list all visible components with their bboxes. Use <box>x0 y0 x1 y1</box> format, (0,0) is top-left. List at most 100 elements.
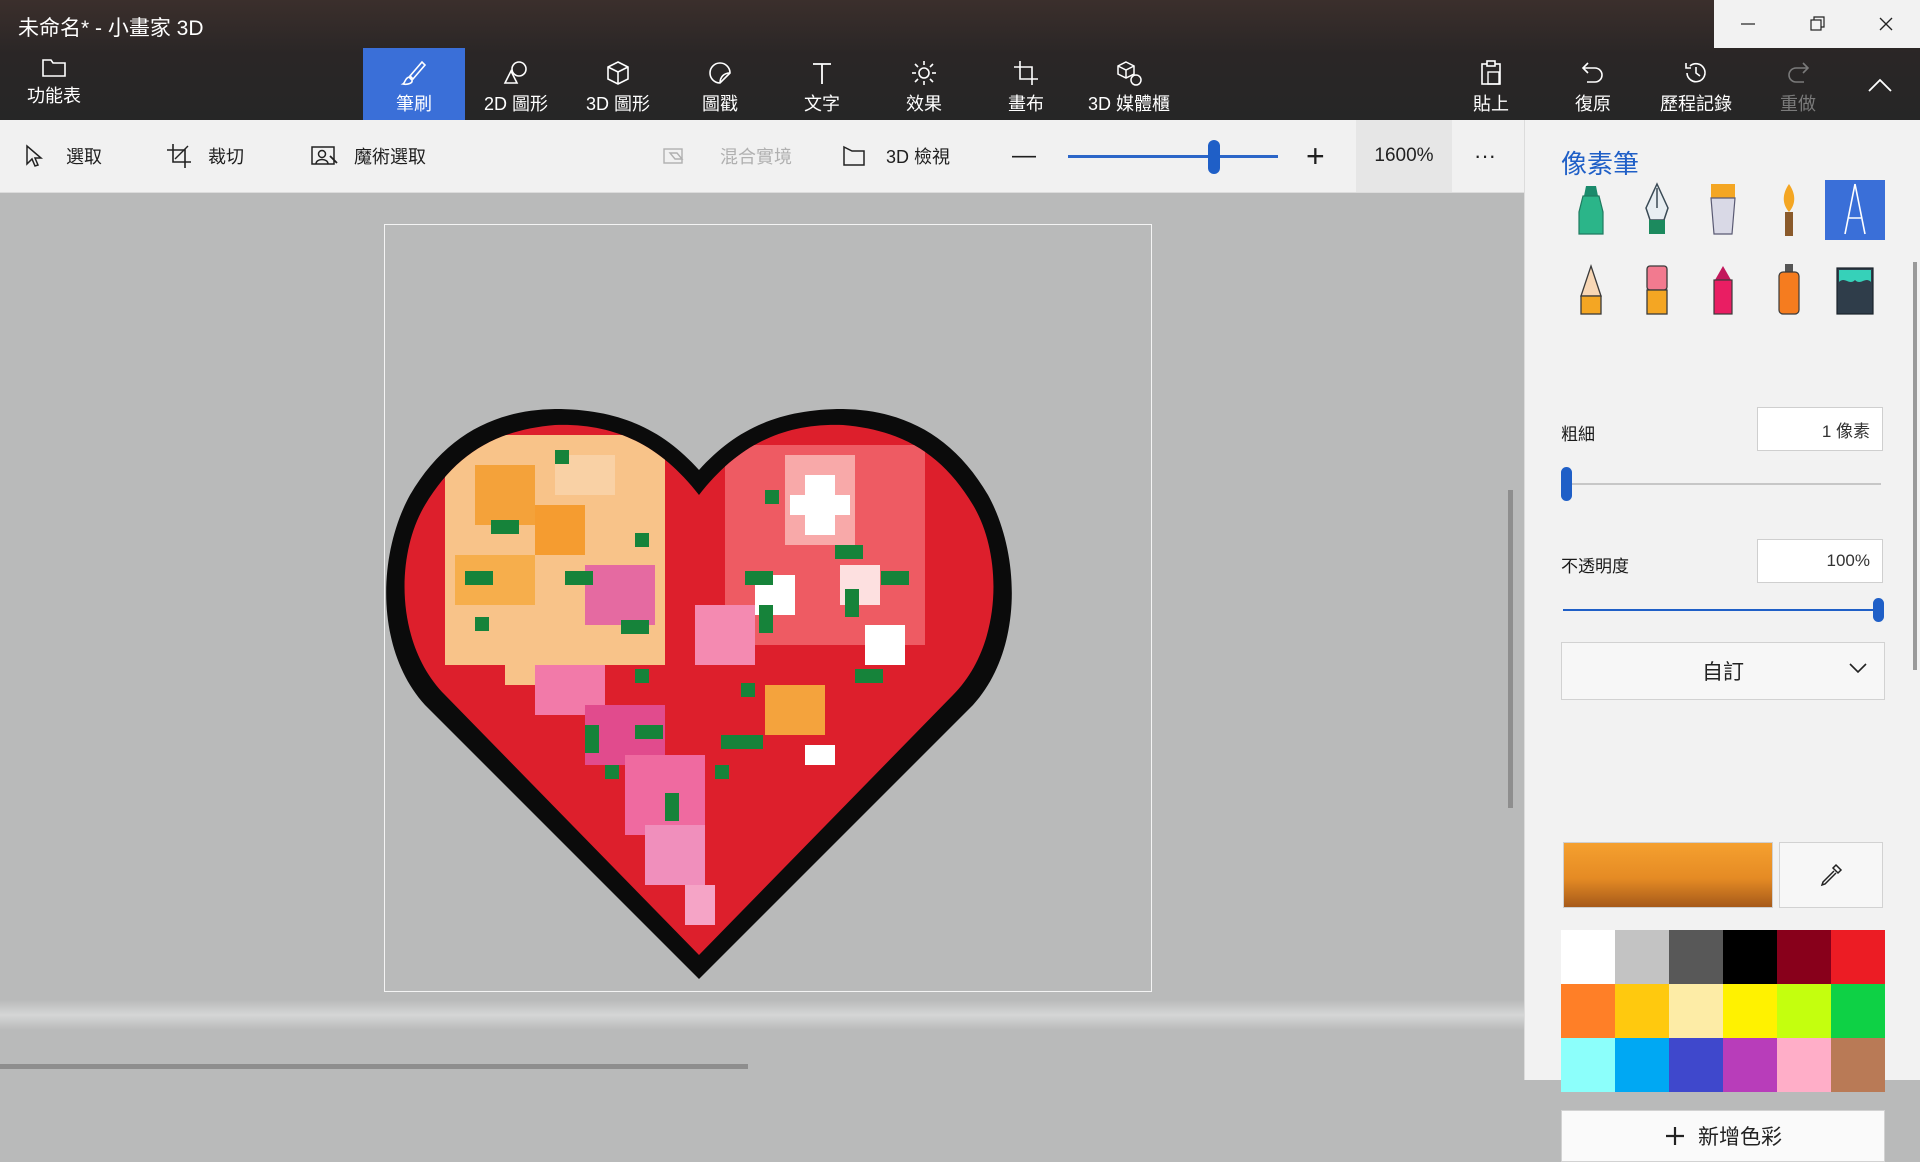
opacity-slider-track[interactable] <box>1563 609 1881 611</box>
more-options-button[interactable]: ··· <box>1474 120 1496 192</box>
panel-scrollbar[interactable] <box>1913 262 1917 670</box>
more-icon: ··· <box>1474 143 1496 168</box>
vertical-scrollbar[interactable] <box>1508 490 1513 808</box>
color-swatch[interactable] <box>1615 984 1669 1038</box>
color-swatch[interactable] <box>1777 1038 1831 1092</box>
color-swatch[interactable] <box>1831 1038 1885 1092</box>
horizontal-scrollbar[interactable] <box>0 1064 748 1069</box>
color-swatch[interactable] <box>1669 1038 1723 1092</box>
watercolor-brush-button[interactable] <box>1759 180 1819 240</box>
oil-brush-button[interactable] <box>1693 180 1753 240</box>
3d-view-button[interactable]: 3D 檢視 <box>842 120 950 192</box>
pixel-pen-button[interactable] <box>1825 180 1885 240</box>
thickness-slider-track[interactable] <box>1563 483 1881 485</box>
crayon-button[interactable] <box>1693 260 1753 320</box>
history-button[interactable]: 歷程記錄 <box>1645 48 1747 120</box>
select-label: 選取 <box>66 147 102 167</box>
restore-button[interactable] <box>1783 0 1852 48</box>
pixel-pen-icon <box>1844 183 1866 235</box>
color-swatch[interactable] <box>1615 930 1669 984</box>
crop-label: 裁切 <box>208 147 244 167</box>
pencil-icon <box>1580 263 1602 315</box>
tab-label: 筆刷 <box>396 94 432 114</box>
pencil-brush-button[interactable] <box>1561 260 1621 320</box>
texture-dropdown[interactable]: 自訂 <box>1561 642 1885 700</box>
redo-icon <box>1788 62 1810 83</box>
2d-shapes-icon <box>503 61 527 84</box>
zoom-slider-thumb[interactable] <box>1208 140 1220 174</box>
tab-3d-shapes[interactable]: 3D 圖形 <box>567 48 669 120</box>
minimize-button[interactable] <box>1714 0 1783 48</box>
paste-button[interactable]: 貼上 <box>1440 48 1542 120</box>
color-swatch[interactable] <box>1669 984 1723 1038</box>
close-icon <box>1879 17 1893 31</box>
zoom-in-button[interactable]: + <box>1306 120 1325 192</box>
mixed-reality-label: 混合實境 <box>720 147 792 167</box>
paste-icon <box>1481 60 1501 85</box>
color-swatch[interactable] <box>1561 930 1615 984</box>
tab-text[interactable]: 文字 <box>771 48 873 120</box>
watercolor-icon <box>1783 184 1795 236</box>
add-color-button[interactable]: 新增色彩 <box>1561 1110 1885 1162</box>
crop-button[interactable]: 裁切 <box>166 120 244 192</box>
history-icon <box>1685 62 1706 83</box>
close-button[interactable] <box>1851 0 1920 48</box>
color-swatch[interactable] <box>1723 1038 1777 1092</box>
cursor-icon <box>26 144 44 167</box>
color-swatch[interactable] <box>1723 930 1777 984</box>
sticker-icon <box>709 62 731 84</box>
3d-shapes-icon <box>607 61 629 85</box>
fill-button[interactable] <box>1825 260 1885 320</box>
mixed-reality-button[interactable]: 混合實境 <box>662 120 792 192</box>
3d-view-icon <box>843 145 865 166</box>
zoom-out-button[interactable]: — <box>1012 120 1036 192</box>
collapse-ribbon-button[interactable] <box>1860 70 1900 100</box>
color-swatch[interactable] <box>1561 1038 1615 1092</box>
color-swatch[interactable] <box>1777 930 1831 984</box>
paint-bucket-icon <box>1836 267 1874 315</box>
window-title: 未命名* - 小畫家 3D <box>18 17 204 40</box>
crop-icon <box>167 144 191 168</box>
tab-stickers[interactable]: 圖戳 <box>669 48 771 120</box>
magic-select-button[interactable]: 魔術選取 <box>310 120 426 192</box>
eraser-button[interactable] <box>1627 260 1687 320</box>
marker-brush-button[interactable] <box>1561 180 1621 240</box>
current-color-swatch[interactable] <box>1563 842 1773 908</box>
menu-button[interactable]: 功能表 <box>16 56 92 116</box>
tab-brushes[interactable]: 筆刷 <box>363 48 465 120</box>
color-swatch[interactable] <box>1561 984 1615 1038</box>
color-swatch[interactable] <box>1615 1038 1669 1092</box>
thickness-input[interactable]: 1 像素 <box>1757 407 1883 451</box>
chevron-down-icon <box>1849 663 1867 674</box>
paste-label: 貼上 <box>1473 94 1509 114</box>
tab-label: 3D 圖形 <box>585 94 650 114</box>
opacity-input[interactable]: 100% <box>1757 539 1883 583</box>
marker-icon <box>1578 186 1604 235</box>
add-color-label: 新增色彩 <box>1698 1126 1782 1149</box>
magic-select-icon <box>311 146 338 165</box>
color-swatch[interactable] <box>1669 930 1723 984</box>
redo-button[interactable]: 重做 <box>1747 48 1849 120</box>
tab-effects[interactable]: 效果 <box>873 48 975 120</box>
color-swatch[interactable] <box>1831 984 1885 1038</box>
minimize-icon <box>1741 23 1756 25</box>
3d-view-label: 3D 檢視 <box>886 147 951 167</box>
zoom-slider-track[interactable] <box>1068 155 1278 158</box>
undo-button[interactable]: 復原 <box>1542 48 1644 120</box>
color-swatch[interactable] <box>1831 930 1885 984</box>
opacity-slider-thumb[interactable] <box>1873 598 1884 622</box>
thickness-slider-thumb[interactable] <box>1561 467 1572 501</box>
tab-canvas[interactable]: 畫布 <box>975 48 1077 120</box>
eyedropper-button[interactable] <box>1779 842 1883 908</box>
tab-3d-library[interactable]: 3D 媒體櫃 <box>1077 48 1181 120</box>
zoom-level[interactable]: 1600% <box>1356 120 1452 192</box>
color-swatch[interactable] <box>1723 984 1777 1038</box>
menu-label: 功能表 <box>27 86 81 106</box>
color-swatch[interactable] <box>1777 984 1831 1038</box>
canvas[interactable] <box>384 224 1152 992</box>
calligraphy-pen-button[interactable] <box>1627 180 1687 240</box>
tab-2d-shapes[interactable]: 2D 圖形 <box>465 48 567 120</box>
brush-properties-panel: 像素筆 粗細 1 像素 不透明度 100% 自訂 新增色彩 <box>1524 120 1920 1162</box>
select-button[interactable]: 選取 <box>24 120 102 192</box>
spray-can-button[interactable] <box>1759 260 1819 320</box>
